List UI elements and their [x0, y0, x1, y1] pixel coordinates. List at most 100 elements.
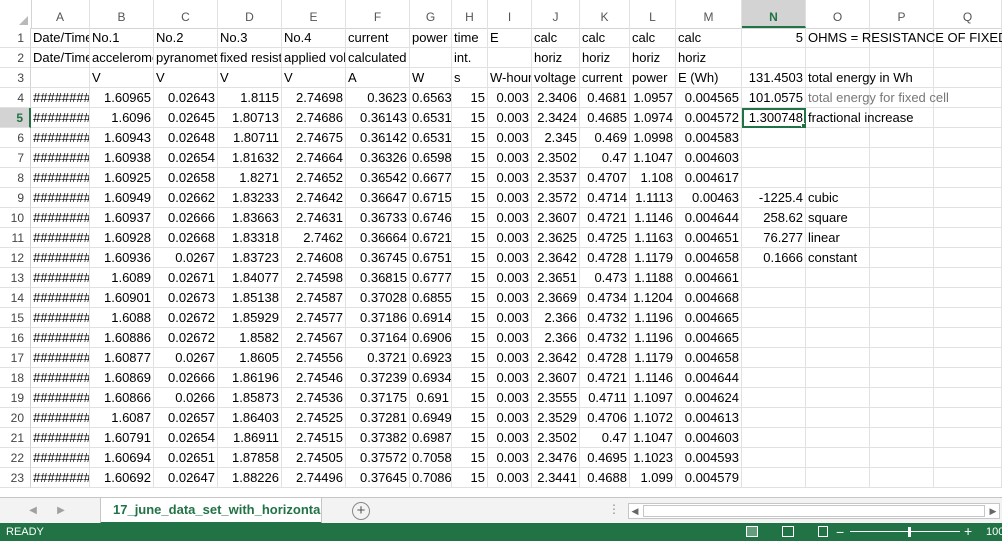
cell-l11[interactable]: 1.1163 [630, 228, 676, 248]
cell-j23[interactable]: 2.3441 [532, 468, 580, 488]
cell-i7[interactable]: 0.003 [488, 148, 532, 168]
cell-o17[interactable] [806, 348, 870, 368]
cell-q10[interactable] [934, 208, 1002, 228]
cell-d5[interactable]: 1.80713 [218, 108, 282, 128]
cell-p9[interactable] [870, 188, 934, 208]
cell-a18[interactable]: ######### [31, 368, 90, 388]
cell-f23[interactable]: 0.37645 [346, 468, 410, 488]
cell-p6[interactable] [870, 128, 934, 148]
cell-d22[interactable]: 1.87858 [218, 448, 282, 468]
cell-a20[interactable]: ######### [31, 408, 90, 428]
cell-j14[interactable]: 2.3669 [532, 288, 580, 308]
cell-d21[interactable]: 1.86911 [218, 428, 282, 448]
cell-e10[interactable]: 2.74631 [282, 208, 346, 228]
column-header-e[interactable]: E [282, 0, 346, 28]
page-layout-view-icon[interactable] [782, 526, 794, 537]
cell-m14[interactable]: 0.004668 [676, 288, 742, 308]
cell-m12[interactable]: 0.004658 [676, 248, 742, 268]
cell-a3[interactable] [31, 68, 90, 88]
cell-h3[interactable]: s [452, 68, 488, 88]
row-header[interactable]: 16 [0, 328, 31, 348]
cell-k19[interactable]: 0.4711 [580, 388, 630, 408]
cell-n20[interactable] [742, 408, 806, 428]
cell-b2[interactable]: accelerometer [90, 48, 154, 68]
cell-c15[interactable]: 0.02672 [154, 308, 218, 328]
cell-j11[interactable]: 2.3625 [532, 228, 580, 248]
cell-o9[interactable]: cubic [806, 188, 870, 208]
cell-c2[interactable]: pyranometer [154, 48, 218, 68]
cell-e7[interactable]: 2.74664 [282, 148, 346, 168]
cell-g7[interactable]: 0.6598 [410, 148, 452, 168]
cell-e23[interactable]: 2.74496 [282, 468, 346, 488]
cell-p16[interactable] [870, 328, 934, 348]
cell-o7[interactable] [806, 148, 870, 168]
cell-c20[interactable]: 0.02657 [154, 408, 218, 428]
cell-j10[interactable]: 2.3607 [532, 208, 580, 228]
cell-b20[interactable]: 1.6087 [90, 408, 154, 428]
cell-b17[interactable]: 1.60877 [90, 348, 154, 368]
cell-j12[interactable]: 2.3642 [532, 248, 580, 268]
cell-n3[interactable]: 131.4503 [742, 68, 806, 88]
cell-k8[interactable]: 0.4707 [580, 168, 630, 188]
cell-k16[interactable]: 0.4732 [580, 328, 630, 348]
cell-d23[interactable]: 1.88226 [218, 468, 282, 488]
cell-m10[interactable]: 0.004644 [676, 208, 742, 228]
cell-b14[interactable]: 1.60901 [90, 288, 154, 308]
cell-b18[interactable]: 1.60869 [90, 368, 154, 388]
cell-g20[interactable]: 0.6949 [410, 408, 452, 428]
cell-g8[interactable]: 0.6677 [410, 168, 452, 188]
cell-a1[interactable]: Date/Time [31, 28, 90, 48]
cell-l13[interactable]: 1.1188 [630, 268, 676, 288]
cell-a8[interactable]: ######### [31, 168, 90, 188]
cell-a4[interactable]: ######### [31, 88, 90, 108]
cell-e2[interactable]: applied voltage [282, 48, 346, 68]
cell-i18[interactable]: 0.003 [488, 368, 532, 388]
cell-k1[interactable]: calc [580, 28, 630, 48]
cell-d1[interactable]: No.3 [218, 28, 282, 48]
column-header-b[interactable]: B [90, 0, 154, 28]
cell-k4[interactable]: 0.4681 [580, 88, 630, 108]
cell-n11[interactable]: 76.277 [742, 228, 806, 248]
cell-p17[interactable] [870, 348, 934, 368]
cell-k23[interactable]: 0.4688 [580, 468, 630, 488]
cell-f3[interactable]: A [346, 68, 410, 88]
zoom-in-icon[interactable]: + [964, 523, 972, 539]
cell-n21[interactable] [742, 428, 806, 448]
cell-q18[interactable] [934, 368, 1002, 388]
cell-q9[interactable] [934, 188, 1002, 208]
cell-m21[interactable]: 0.004603 [676, 428, 742, 448]
zoom-slider[interactable] [850, 531, 960, 532]
cell-k6[interactable]: 0.469 [580, 128, 630, 148]
cell-p18[interactable] [870, 368, 934, 388]
cell-c16[interactable]: 0.02672 [154, 328, 218, 348]
cell-l18[interactable]: 1.1146 [630, 368, 676, 388]
cell-j20[interactable]: 2.3529 [532, 408, 580, 428]
row-header[interactable]: 21 [0, 428, 31, 448]
cell-q12[interactable] [934, 248, 1002, 268]
cell-d2[interactable]: fixed resistor [218, 48, 282, 68]
cell-i21[interactable]: 0.003 [488, 428, 532, 448]
cell-e9[interactable]: 2.74642 [282, 188, 346, 208]
cell-i14[interactable]: 0.003 [488, 288, 532, 308]
cell-q21[interactable] [934, 428, 1002, 448]
cell-e11[interactable]: 2.7462 [282, 228, 346, 248]
cell-b9[interactable]: 1.60949 [90, 188, 154, 208]
cell-j1[interactable]: calc [532, 28, 580, 48]
cell-q6[interactable] [934, 128, 1002, 148]
cell-e4[interactable]: 2.74698 [282, 88, 346, 108]
cell-j21[interactable]: 2.3502 [532, 428, 580, 448]
cell-o22[interactable] [806, 448, 870, 468]
cell-k2[interactable]: horiz [580, 48, 630, 68]
cell-p14[interactable] [870, 288, 934, 308]
cell-n7[interactable] [742, 148, 806, 168]
cell-b7[interactable]: 1.60938 [90, 148, 154, 168]
fill-handle[interactable] [801, 123, 805, 127]
cell-j8[interactable]: 2.3537 [532, 168, 580, 188]
cell-b4[interactable]: 1.60965 [90, 88, 154, 108]
cell-p10[interactable] [870, 208, 934, 228]
cell-o20[interactable] [806, 408, 870, 428]
cell-h5[interactable]: 15 [452, 108, 488, 128]
cell-g19[interactable]: 0.691 [410, 388, 452, 408]
cell-j13[interactable]: 2.3651 [532, 268, 580, 288]
cell-m3[interactable]: E (Wh) [676, 68, 742, 88]
